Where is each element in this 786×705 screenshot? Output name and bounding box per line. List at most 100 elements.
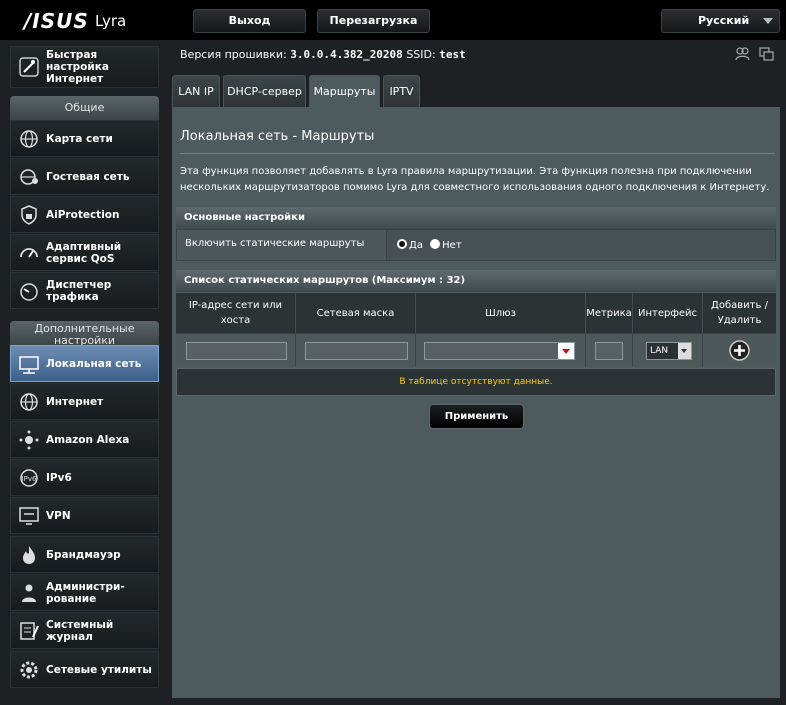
sidebar-item-system-log[interactable]: Системный журнал [10, 612, 159, 649]
page-description: Эта функция позволяет добавлять в Lyra п… [180, 166, 770, 193]
log-pen-icon [20, 621, 39, 640]
tab-dhcp-server[interactable]: DHCP-сервер [223, 75, 306, 108]
gear-icon [20, 661, 38, 678]
gateway-cell [416, 333, 586, 367]
sidebar-item-label: Гостевая сеть [46, 170, 130, 183]
lock-shield-icon [21, 204, 37, 225]
sidebar-item-label: Брандмауэр [46, 548, 121, 561]
language-value: Русский [698, 14, 750, 27]
logout-button[interactable]: Выход [193, 9, 306, 33]
sidebar-item-label: Карта сети [46, 132, 113, 145]
radio-no-label: Нет [442, 240, 462, 251]
sidebar-item-lan[interactable]: Локальная сеть [10, 345, 159, 382]
firmware-info: Версия прошивки: 3.0.0.4.382_20208 SSID:… [180, 48, 466, 61]
sidebar-item-alexa[interactable]: Amazon Alexa [10, 421, 159, 458]
svg-text:IPv6: IPv6 [22, 475, 37, 483]
ip-cell [176, 333, 296, 367]
tab-lan-ip[interactable]: LAN IP [172, 75, 220, 108]
sidebar-item-label: IPv6 [46, 471, 72, 484]
sidebar-item-traffic-manager[interactable]: Диспетчер трафика [10, 272, 159, 309]
tab-routes[interactable]: Маршруты [309, 75, 380, 108]
sidebar-item-ipv6[interactable]: IPv6 IPv6 [10, 459, 159, 496]
interface-select[interactable]: LAN [646, 342, 692, 360]
wand-icon [19, 57, 39, 77]
reboot-button[interactable]: Перезагрузка [317, 9, 430, 33]
sidebar-item-label: Amazon Alexa [46, 433, 130, 446]
sidebar-item-label: Администри- рование [46, 580, 125, 605]
sidebar-item-label: AiProtection [46, 208, 120, 221]
radio-yes-label: Да [409, 240, 423, 251]
sidebar-item-internet[interactable]: Интернет [10, 383, 159, 420]
globe-icon [20, 392, 38, 411]
asus-logo: /ISUS [24, 9, 89, 33]
ipv6-icon: IPv6 [20, 468, 38, 487]
globe-icon [20, 129, 38, 148]
alexa-icon [19, 430, 39, 449]
sidebar-item-label: Локальная сеть [46, 357, 142, 370]
gateway-input[interactable] [424, 342, 575, 360]
col-gateway: Шлюз [416, 293, 586, 333]
sidebar-item-label: Системный журнал [46, 618, 114, 643]
sidebar-item-label: Сетевые утилиты [46, 663, 152, 676]
person-gear-icon [22, 584, 36, 602]
users-icon[interactable] [735, 47, 750, 61]
add-circle-icon[interactable] [729, 340, 750, 361]
interface-dropdown[interactable] [678, 343, 691, 359]
sidebar-item-label: Интернет [46, 395, 104, 408]
apply-button[interactable]: Применить [429, 404, 524, 429]
language-select[interactable]: Русский [661, 9, 780, 33]
sidebar-section-general: Общие [10, 96, 159, 120]
static-routes-label: Включить статические маршруты [177, 230, 387, 260]
fire-icon [23, 545, 35, 564]
sidebar-item-label: Быстрая настройка Интернет [46, 49, 109, 85]
ip-input[interactable] [186, 342, 287, 360]
speedometer-icon [20, 247, 38, 257]
col-ip-address: IP-адрес сети или хоста [176, 293, 296, 333]
sidebar-item-guest-network[interactable]: Гостевая сеть [10, 158, 159, 195]
tab-iptv[interactable]: IPTV [383, 75, 420, 108]
guest-globe-icon [20, 168, 38, 185]
gauge-icon [20, 282, 38, 301]
top-right-icons [735, 46, 775, 65]
col-metric: Метрика [586, 293, 633, 333]
sidebar-item-network-tools[interactable]: Сетевые утилиты [10, 651, 159, 688]
basic-settings-header: Основные настройки [176, 207, 776, 229]
lan-icon [19, 355, 39, 374]
gateway-dropdown[interactable] [558, 343, 574, 359]
top-bar: /ISUS Lyra Выход Перезагрузка Русский [0, 0, 786, 40]
radio-no[interactable] [430, 239, 441, 249]
route-list-header: Список статических маршрутов (Максимум :… [176, 270, 776, 292]
main-panel: Локальная сеть - Маршруты Эта функция по… [172, 107, 780, 698]
static-routes-row: Включить статические маршруты Да Нет [176, 229, 776, 261]
firmware-version: 3.0.0.4.382_20208 [290, 48, 403, 61]
interface-value: LAN [650, 346, 669, 356]
ssid-value: test [439, 48, 466, 61]
sidebar-item-qos[interactable]: Адаптивный сервис QoS [10, 234, 159, 271]
chevron-down-icon [562, 349, 570, 354]
sidebar-section-advanced: Дополнительные настройки [10, 321, 159, 345]
empty-table-message: В таблице отсутствуют данные. [176, 368, 776, 396]
sidebar-item-quick-setup[interactable]: Быстрая настройка Интернет [10, 46, 159, 88]
product-name: Lyra [95, 12, 127, 30]
radio-yes[interactable] [397, 239, 407, 249]
sidebar-item-label: VPN [46, 509, 71, 522]
sidebar-item-aiprotection[interactable]: AiProtection [10, 196, 159, 233]
sidebar-item-firewall[interactable]: Брандмауэр [10, 536, 159, 573]
chevron-down-icon [681, 349, 687, 353]
static-routes-options: Да Нет [397, 239, 462, 251]
col-add-delete: Добавить / Удалить [703, 293, 776, 333]
sidebar-item-network-map[interactable]: Карта сети [10, 120, 159, 157]
sidebar-item-administration[interactable]: Администри- рование [10, 574, 159, 611]
sidebar-item-label: Диспетчер трафика [46, 278, 112, 303]
title-divider [180, 153, 775, 154]
sidebar-item-vpn[interactable]: VPN [10, 497, 159, 534]
page-title: Локальная сеть - Маршруты [180, 129, 375, 144]
metric-input[interactable] [595, 342, 623, 360]
vpn-monitor-icon [19, 506, 39, 525]
sidebar-item-label: Адаптивный сервис QoS [46, 240, 122, 265]
windows-icon[interactable] [759, 47, 774, 61]
metric-cell [586, 333, 633, 367]
netmask-cell [296, 333, 416, 367]
netmask-input[interactable] [305, 342, 408, 360]
add-cell [703, 333, 776, 367]
